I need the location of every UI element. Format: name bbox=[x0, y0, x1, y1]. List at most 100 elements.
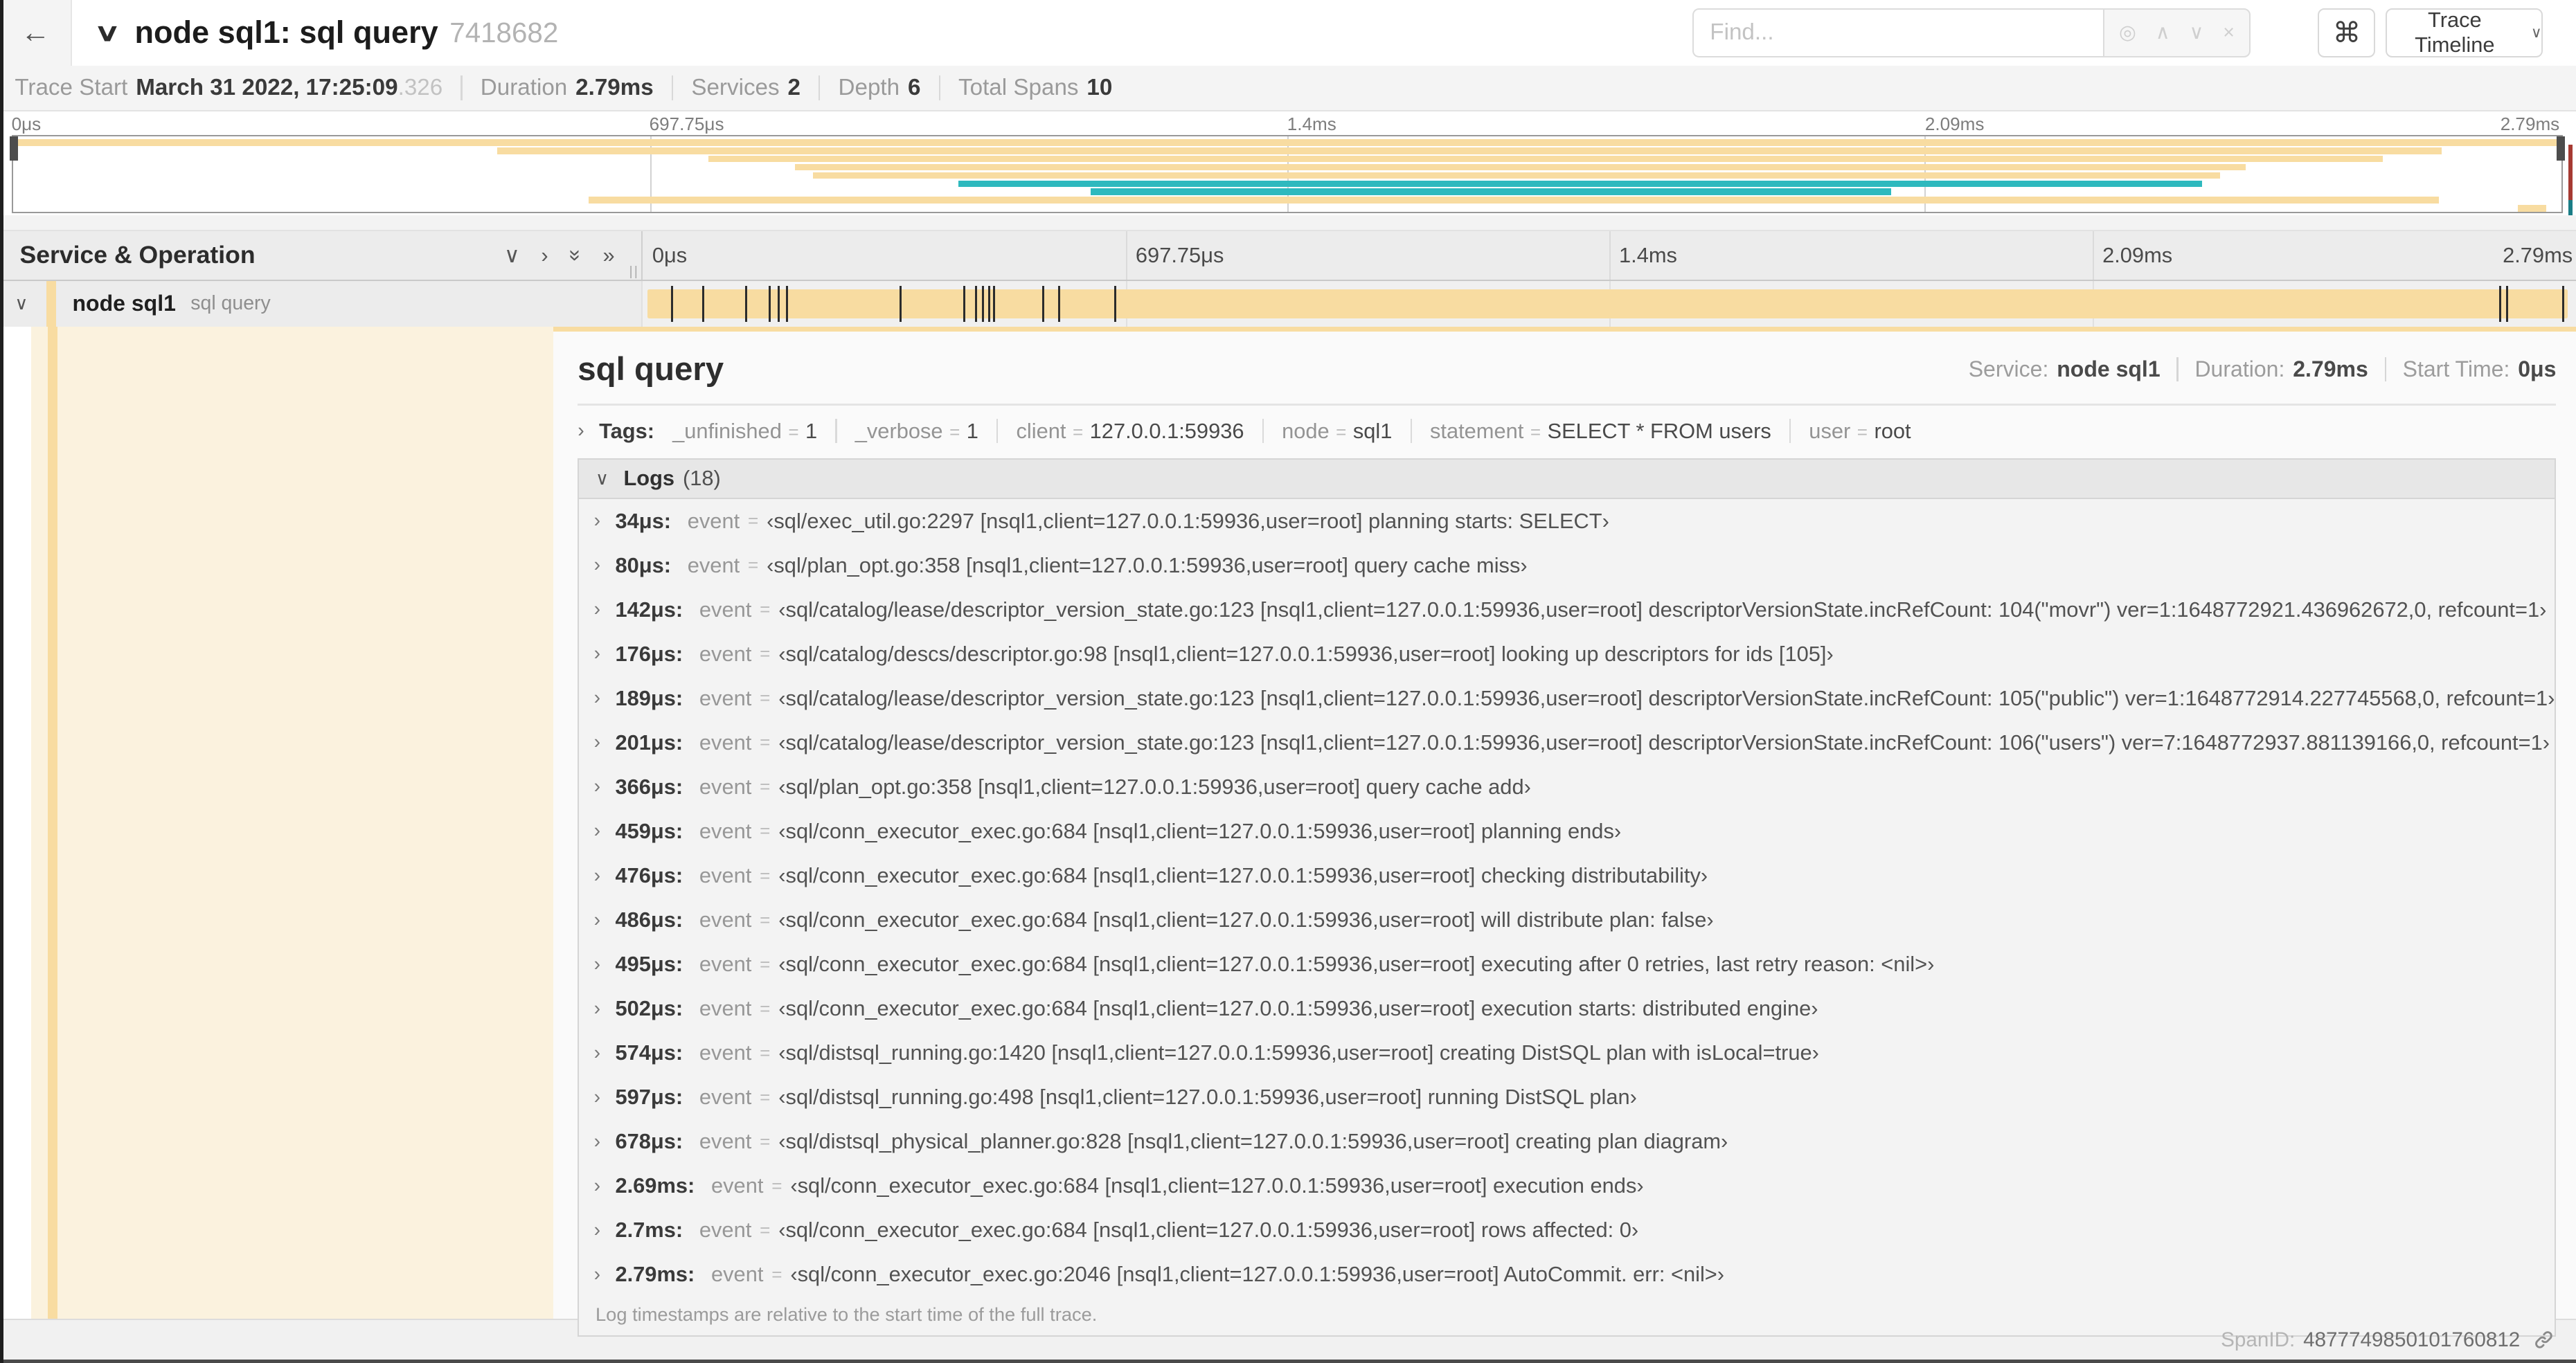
span-row[interactable]: ∨ node sql1 sql query bbox=[0, 280, 2576, 327]
find-input[interactable] bbox=[1692, 8, 2103, 58]
equals-sign: = bbox=[760, 643, 771, 665]
log-timestamp: 678μs: bbox=[615, 1129, 683, 1154]
log-timestamp: 486μs: bbox=[615, 908, 683, 932]
log-entry[interactable]: › 459μs: event = ‹sql/conn_executor_exec.go:… bbox=[579, 809, 2555, 854]
detail-title-row: sql query Service: node sql1 Duration: 2.79… bbox=[578, 345, 2556, 394]
chevron-right-icon: › bbox=[593, 1041, 601, 1064]
chevron-right-icon: › bbox=[593, 1263, 601, 1285]
minimap-span bbox=[1091, 188, 1891, 195]
expand-all-icon[interactable]: » bbox=[563, 249, 588, 261]
meta-item: Service: node sql1 bbox=[1968, 356, 2161, 382]
logs-header[interactable]: ∨ Logs (18) bbox=[579, 459, 2555, 499]
next-result-icon[interactable]: ∨ bbox=[2189, 21, 2203, 44]
log-entry[interactable]: › 189μs: event = ‹sql/catalog/lease/descript… bbox=[579, 676, 2555, 721]
log-entry[interactable]: › 678μs: event = ‹sql/distsql_physical_plann… bbox=[579, 1119, 2555, 1164]
equals-sign: = bbox=[760, 776, 771, 797]
log-marker bbox=[1042, 285, 1045, 322]
divider bbox=[1262, 418, 1264, 444]
summary-item: Depth 6 bbox=[838, 75, 921, 101]
minimap-canvas[interactable] bbox=[9, 134, 2565, 214]
log-field-key: event bbox=[699, 641, 752, 666]
log-entry[interactable]: › 502μs: event = ‹sql/conn_executor_exec.go:… bbox=[579, 986, 2555, 1031]
log-field-value: ‹sql/plan_opt.go:358 [nsql1,client=127.0… bbox=[778, 774, 1531, 799]
chevron-right-icon: › bbox=[593, 642, 601, 665]
log-timestamp: 189μs: bbox=[615, 685, 683, 710]
chevron-down-icon: ∨ bbox=[2530, 24, 2542, 41]
expand-one-icon[interactable]: ∨ bbox=[504, 243, 520, 268]
minimap-span bbox=[497, 147, 2442, 154]
timeline-ruler: 0μs 697.75μs 1.4ms 2.09ms 2.79ms bbox=[643, 231, 2576, 280]
log-entry[interactable]: › 2.7ms: event = ‹sql/conn_executor_exec.go:… bbox=[579, 1208, 2555, 1252]
chevron-right-icon: › bbox=[593, 908, 601, 931]
log-entry[interactable]: › 574μs: event = ‹sql/distsql_running.go:142… bbox=[579, 1031, 2555, 1075]
span-id-label: SpanID: bbox=[2221, 1328, 2296, 1351]
log-entry[interactable]: › 486μs: event = ‹sql/conn_executor_exec.go:… bbox=[579, 898, 2555, 942]
log-marker bbox=[899, 285, 902, 322]
back-button[interactable]: ← bbox=[0, 0, 73, 66]
log-entry[interactable]: › 2.79ms: event = ‹sql/conn_executor_exec.go… bbox=[579, 1252, 2555, 1297]
log-field-value: ‹sql/conn_executor_exec.go:684 [nsql1,cl… bbox=[778, 818, 1622, 843]
log-entry[interactable]: › 476μs: event = ‹sql/conn_executor_exec.go:… bbox=[579, 854, 2555, 898]
divider bbox=[578, 404, 2557, 406]
find-addon: ◎ ∧ ∨ × bbox=[2102, 8, 2251, 58]
tick-label: 697.75μs bbox=[649, 113, 724, 134]
log-timestamp: 80μs: bbox=[615, 552, 672, 577]
log-entry[interactable]: › 176μs: event = ‹sql/catalog/descs/descript… bbox=[579, 632, 2555, 676]
clear-search-icon[interactable]: × bbox=[2223, 21, 2235, 44]
meta-item: Duration: 2.79ms bbox=[2194, 356, 2368, 382]
span-row-name-column[interactable]: ∨ node sql1 sql query bbox=[0, 280, 643, 327]
log-marker bbox=[670, 285, 673, 322]
link-icon[interactable] bbox=[2533, 1329, 2555, 1351]
tick-label: 2.79ms bbox=[2503, 242, 2573, 267]
log-field-value: ‹sql/catalog/lease/descriptor_version_st… bbox=[778, 597, 2547, 622]
log-field-key: event bbox=[699, 1129, 752, 1154]
summary-item: Total Spans 10 bbox=[958, 75, 1113, 101]
chevron-down-icon[interactable]: ∨ bbox=[15, 293, 28, 314]
chevron-right-icon: › bbox=[593, 1085, 601, 1108]
locate-icon[interactable]: ◎ bbox=[2119, 21, 2136, 44]
log-entry[interactable]: › 80μs: event = ‹sql/plan_opt.go:358 [nsql1,… bbox=[579, 543, 2555, 588]
trace-summary-bar: Trace Start March 31 2022, 17:25:09.326 Du… bbox=[0, 65, 2576, 112]
log-entry[interactable]: › 366μs: event = ‹sql/plan_opt.go:358 [nsql1… bbox=[579, 765, 2555, 809]
minimap-span bbox=[813, 172, 2220, 179]
span-bar[interactable] bbox=[647, 285, 2568, 322]
chevron-right-icon: › bbox=[593, 509, 601, 532]
log-field-value: ‹sql/distsql_running.go:498 [nsql1,clien… bbox=[778, 1085, 1637, 1110]
span-row-timeline[interactable] bbox=[642, 280, 2576, 327]
tags-accordion[interactable]: › Tags: _unfinished = 1 _verbose = 1 client = 127.… bbox=[578, 409, 2556, 453]
collapse-all-icon[interactable]: » bbox=[602, 243, 614, 268]
trace-view-dropdown[interactable]: Trace Timeline ∨ bbox=[2385, 8, 2543, 58]
log-field-value: ‹sql/distsql_physical_planner.go:828 [ns… bbox=[778, 1129, 1728, 1154]
prev-result-icon[interactable]: ∧ bbox=[2156, 21, 2170, 44]
scrubber-handle-left[interactable] bbox=[9, 136, 18, 161]
divider bbox=[460, 75, 463, 100]
log-entry[interactable]: › 201μs: event = ‹sql/catalog/lease/descript… bbox=[579, 721, 2555, 765]
timeline-minimap[interactable]: 0μs 697.75μs 1.4ms 2.09ms 2.79ms bbox=[0, 111, 2576, 215]
collapse-header-icon[interactable]: ∨ bbox=[94, 19, 121, 47]
tags-label: Tags: bbox=[599, 418, 655, 443]
minimap-span bbox=[2518, 205, 2546, 212]
column-resize-grip[interactable]: || bbox=[629, 264, 640, 280]
log-entry[interactable]: › 495μs: event = ‹sql/conn_executor_exec.go:… bbox=[579, 942, 2555, 986]
log-timestamp: 366μs: bbox=[615, 774, 683, 799]
log-field-value: ‹sql/exec_util.go:2297 [nsql1,client=127… bbox=[767, 508, 1609, 533]
tick-label: 697.75μs bbox=[1135, 242, 1224, 267]
log-entry[interactable]: › 142μs: event = ‹sql/catalog/lease/descript… bbox=[579, 588, 2555, 632]
collapse-one-icon[interactable]: › bbox=[541, 243, 548, 268]
tick-label: 1.4ms bbox=[1287, 113, 1336, 134]
summary-item: Trace Start March 31 2022, 17:25:09.326 bbox=[15, 75, 443, 101]
keyboard-shortcuts-button[interactable]: ⌘ bbox=[2318, 8, 2376, 58]
scrubber-handle-right[interactable] bbox=[2556, 136, 2565, 161]
cursor-guide-teal bbox=[2568, 200, 2573, 215]
trace-id: 7418682 bbox=[449, 16, 559, 48]
equals-sign: = bbox=[760, 953, 771, 975]
log-marker bbox=[1113, 285, 1116, 322]
chevron-right-icon: › bbox=[593, 1218, 601, 1241]
log-entry[interactable]: › 2.69ms: event = ‹sql/conn_executor_exec.go… bbox=[579, 1164, 2555, 1208]
tag-item: user = root bbox=[1809, 418, 1911, 443]
log-entry[interactable]: › 597μs: event = ‹sql/distsql_running.go:498… bbox=[579, 1075, 2555, 1119]
log-entry[interactable]: › 34μs: event = ‹sql/exec_util.go:2297 [nsql… bbox=[579, 499, 2555, 543]
log-timestamp: 502μs: bbox=[615, 996, 683, 1021]
trace-view-dropdown-label: Trace Timeline bbox=[2415, 8, 2495, 57]
equals-sign: = bbox=[748, 510, 759, 532]
